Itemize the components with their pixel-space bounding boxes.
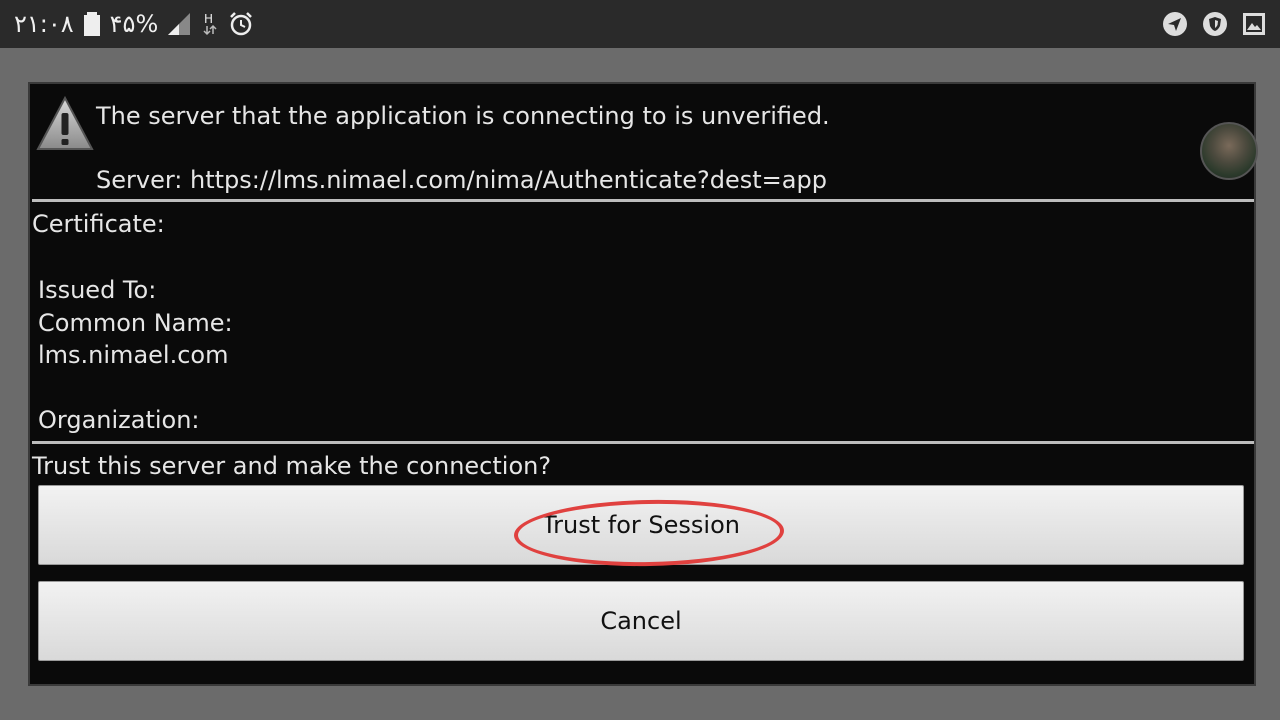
server-url: Server: https://lms.nimael.com/nima/Auth… xyxy=(96,166,827,194)
certificate-label: Certificate: xyxy=(32,210,165,238)
alarm-icon xyxy=(228,11,254,37)
battery-icon xyxy=(83,12,100,36)
status-left: ۲۱:۰۸ ۴۵% H xyxy=(14,0,254,48)
organization-label: Organization: xyxy=(38,406,200,434)
trust-for-session-button[interactable]: Trust for Session xyxy=(38,485,1244,565)
divider xyxy=(32,199,1254,202)
signal-icon xyxy=(168,13,192,35)
network-h-text: H xyxy=(204,12,213,26)
shield-icon xyxy=(1202,11,1228,37)
divider xyxy=(32,441,1254,444)
issued-to-label: Issued To: xyxy=(38,276,157,304)
trust-button-label: Trust for Session xyxy=(542,511,740,539)
gallery-icon xyxy=(1242,12,1266,36)
trust-question: Trust this server and make the connectio… xyxy=(32,452,552,480)
send-icon xyxy=(1162,11,1188,37)
network-h-icon: H xyxy=(202,12,218,36)
common-name-value: lms.nimael.com xyxy=(38,341,229,369)
battery-percent: ۴۵% xyxy=(109,10,159,38)
cancel-button[interactable]: Cancel xyxy=(38,581,1244,661)
certificate-dialog: The server that the application is conne… xyxy=(28,82,1258,686)
warning-icon xyxy=(36,95,94,156)
unverified-message: The server that the application is conne… xyxy=(96,102,830,130)
status-bar: ۲۱:۰۸ ۴۵% H xyxy=(0,0,1280,48)
status-time: ۲۱:۰۸ xyxy=(14,10,74,38)
avatar[interactable] xyxy=(1200,122,1258,180)
status-right xyxy=(1162,0,1266,48)
common-name-label: Common Name: xyxy=(38,309,233,337)
cancel-button-label: Cancel xyxy=(600,607,682,635)
